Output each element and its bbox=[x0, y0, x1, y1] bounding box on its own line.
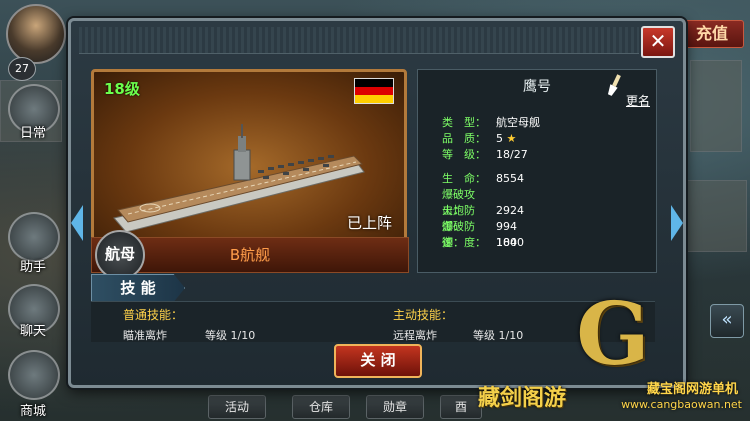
star-icon: ★ bbox=[506, 132, 517, 145]
stat-label: 速 度： bbox=[442, 236, 486, 249]
ship-stats-panel: 鹰号 更名 类 型： 航空母舰 品 质： 5 ★ 等 级： 18/27 生 命： 855… bbox=[417, 69, 657, 273]
side-item-chat[interactable]: 聊天 bbox=[10, 320, 56, 339]
stat-row-level: 等 级： 18/27 bbox=[442, 146, 528, 162]
side-item-assistant[interactable]: 助手 bbox=[10, 256, 56, 275]
tab-activity[interactable]: 活动 bbox=[208, 395, 266, 419]
stat-value: 航空母舰 bbox=[496, 116, 540, 129]
rename-button[interactable]: 更名 bbox=[602, 74, 650, 108]
stat-value: 18/27 bbox=[496, 148, 528, 161]
side-item-daily[interactable]: 日常 bbox=[10, 122, 56, 141]
player-level-badge: 27 bbox=[8, 57, 36, 81]
stat-label: 生 命： bbox=[442, 172, 486, 185]
stat-value: 8554 bbox=[496, 172, 524, 185]
close-icon[interactable]: ✕ bbox=[641, 26, 675, 58]
stat-label: 品 质： bbox=[442, 132, 486, 145]
ship-portrait-panel: 18级 已上阵 bbox=[91, 69, 407, 265]
prev-ship-arrow-icon[interactable] bbox=[71, 205, 83, 241]
stat-label: 类 型： bbox=[442, 116, 486, 129]
stat-row-speed: 速 度： 180 bbox=[442, 234, 517, 250]
germany-flag-icon bbox=[354, 78, 394, 104]
assistant-icon[interactable] bbox=[8, 212, 60, 262]
modal-header bbox=[79, 27, 639, 54]
active-skill-name[interactable]: 远程离炸 bbox=[393, 327, 437, 343]
active-skill-header: 主动技能： bbox=[393, 308, 454, 322]
aircraft-carrier-image bbox=[113, 124, 365, 233]
stat-value: 180 bbox=[496, 236, 517, 249]
collapse-arrow-icon[interactable]: « bbox=[710, 304, 744, 338]
carrier-class-emblem: 航母 bbox=[95, 230, 145, 280]
recharge-button[interactable]: 充值 bbox=[680, 20, 744, 48]
watermark-brand: 藏剑阁游 bbox=[478, 386, 567, 411]
stat-label: 等 级： bbox=[442, 148, 486, 161]
building bbox=[690, 60, 742, 152]
stat-row-hp: 生 命： 8554 bbox=[442, 170, 524, 186]
skills-tab[interactable]: 技 能 bbox=[91, 274, 185, 302]
active-skill-level: 等级 1/10 bbox=[473, 329, 524, 342]
shop-icon[interactable] bbox=[8, 350, 60, 400]
stat-value: 5 bbox=[496, 132, 503, 145]
rename-label: 更名 bbox=[625, 94, 650, 108]
tab-partial[interactable]: 酉 bbox=[440, 395, 482, 419]
tab-medal[interactable]: 勋章 bbox=[366, 395, 424, 419]
brush-icon bbox=[607, 74, 621, 96]
watermark-site: 藏宝阁网游单机 bbox=[646, 382, 738, 397]
normal-skill-level: 等级 1/10 bbox=[205, 329, 256, 342]
normal-skill-header: 普通技能： bbox=[123, 308, 184, 322]
ship-level: 18级 bbox=[104, 80, 140, 98]
player-avatar[interactable] bbox=[6, 4, 66, 64]
side-item-shop[interactable]: 商城 bbox=[10, 400, 56, 419]
stat-row-type: 类 型： 航空母舰 bbox=[442, 114, 540, 130]
watermark-logo: G bbox=[576, 284, 650, 385]
stat-row-quality: 品 质： 5 ★ bbox=[442, 130, 516, 146]
tab-warehouse[interactable]: 仓库 bbox=[292, 395, 350, 419]
deployed-status: 已上阵 bbox=[346, 214, 392, 232]
normal-skill-name[interactable]: 瞄准离炸 bbox=[123, 327, 167, 343]
watermark-url: www.cangbaowan.net bbox=[621, 398, 742, 411]
close-button[interactable]: 关 闭 bbox=[334, 344, 422, 378]
building bbox=[685, 180, 747, 252]
next-ship-arrow-icon[interactable] bbox=[671, 205, 683, 241]
